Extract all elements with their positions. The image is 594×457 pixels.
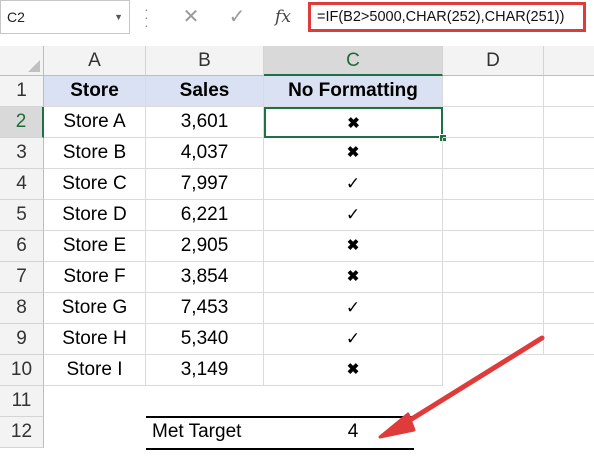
annotation-arrow-icon [378,335,545,439]
